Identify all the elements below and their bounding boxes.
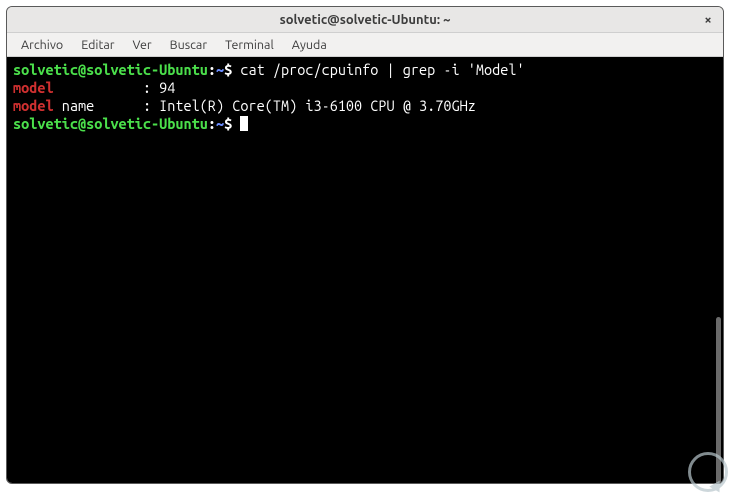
prompt-path: ~: [216, 61, 224, 78]
grep-match: model: [13, 97, 54, 114]
cursor-icon: [240, 116, 248, 131]
prompt-sep: :: [208, 115, 216, 132]
terminal-line: model : 94: [13, 79, 717, 97]
menubar: Archivo Editar Ver Buscar Terminal Ayuda: [7, 33, 723, 57]
menu-editar[interactable]: Editar: [73, 36, 122, 54]
output-text: name: [54, 97, 95, 114]
terminal-line: model name : Intel(R) Core(TM) i3-6100 C…: [13, 97, 717, 115]
menu-terminal[interactable]: Terminal: [217, 36, 282, 54]
window-title: solvetic@solvetic-Ubuntu: ~: [280, 13, 451, 27]
prompt-path: ~: [216, 115, 224, 132]
terminal-line: solvetic@solvetic-Ubuntu:~$: [13, 115, 717, 133]
prompt-user: solvetic@solvetic-Ubuntu: [13, 115, 208, 132]
command-text: [232, 115, 240, 132]
menu-buscar[interactable]: Buscar: [162, 36, 215, 54]
menu-archivo[interactable]: Archivo: [13, 36, 71, 54]
command-text: cat /proc/cpuinfo | grep -i 'Model': [232, 61, 524, 78]
terminal-body[interactable]: solvetic@solvetic-Ubuntu:~$ cat /proc/cp…: [7, 57, 723, 483]
grep-match: model: [13, 79, 54, 96]
terminal-window: solvetic@solvetic-Ubuntu: ~ × Archivo Ed…: [6, 6, 724, 484]
close-icon[interactable]: ×: [699, 11, 717, 29]
terminal-line: solvetic@solvetic-Ubuntu:~$ cat /proc/cp…: [13, 61, 717, 79]
output-text: : Intel(R) Core(TM) i3-6100 CPU @ 3.70GH…: [94, 97, 476, 114]
prompt-user: solvetic@solvetic-Ubuntu: [13, 61, 208, 78]
prompt-sep: :: [208, 61, 216, 78]
titlebar[interactable]: solvetic@solvetic-Ubuntu: ~ ×: [7, 7, 723, 33]
menu-ver[interactable]: Ver: [125, 36, 160, 54]
chat-bubble-icon[interactable]: [688, 452, 728, 492]
output-text: : 94: [54, 79, 176, 96]
menu-ayuda[interactable]: Ayuda: [284, 36, 335, 54]
